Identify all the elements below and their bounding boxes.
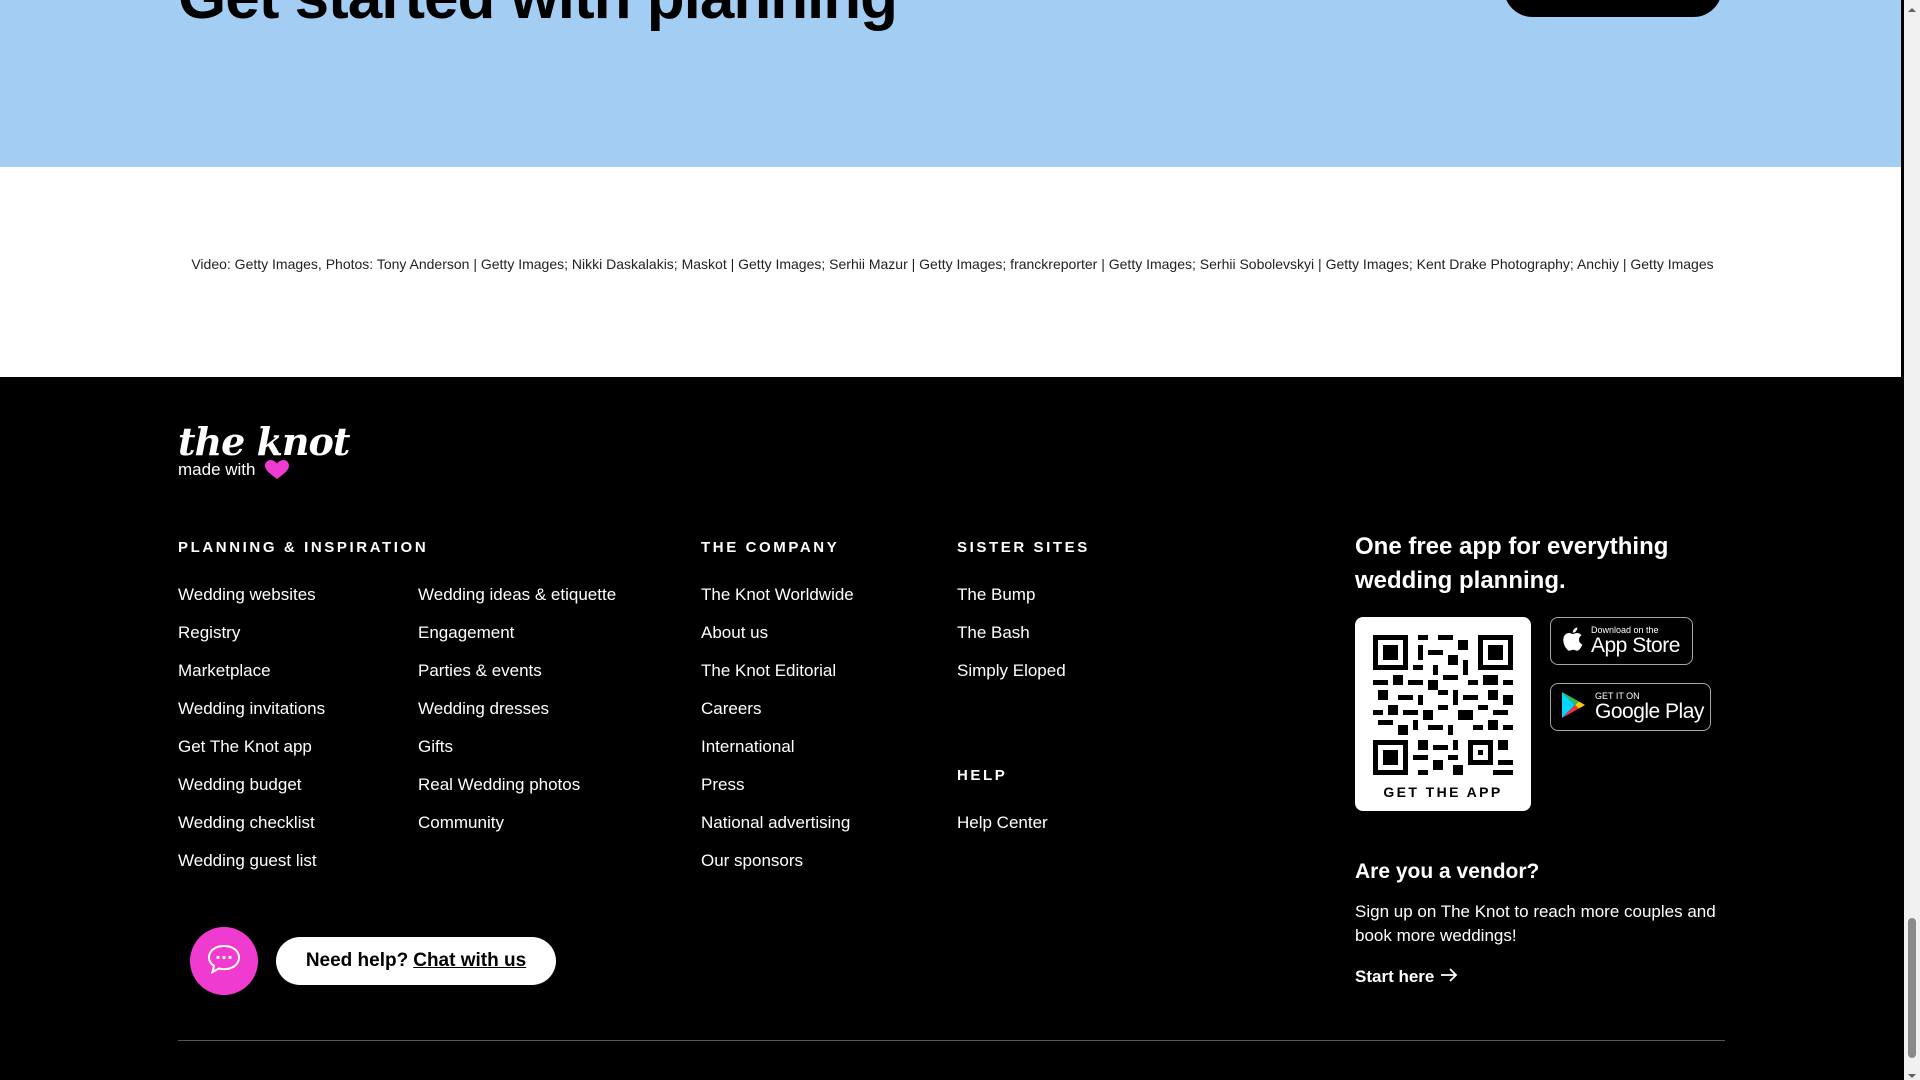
company-links: The Knot Worldwide About us The Knot Edi… — [701, 585, 854, 889]
sister-sites-heading: SISTER SITES — [957, 539, 1090, 556]
start-here-label: Start here — [1355, 967, 1435, 986]
footer-link-community[interactable]: Community — [418, 813, 616, 851]
qr-code-card[interactable]: GET THE APP — [1355, 617, 1531, 811]
help-links: Help Center — [957, 813, 1048, 851]
google-play-button[interactable]: GET IT ON Google Play — [1550, 683, 1711, 731]
scroll-down-arrow-icon[interactable] — [1907, 1068, 1917, 1078]
footer-link-wedding-budget[interactable]: Wedding budget — [178, 775, 325, 813]
site-footer: the knot made with PLANNING & INSPIRATIO… — [0, 377, 1901, 1080]
company-heading: THE COMPANY — [701, 539, 840, 556]
app-promo-title: One free app for everything wedding plan… — [1355, 533, 1669, 594]
hero-cta-button[interactable] — [1504, 0, 1722, 17]
scroll-up-arrow-icon[interactable] — [1907, 2, 1917, 12]
page-scrollbar[interactable] — [1904, 0, 1920, 1080]
footer-link-help-center[interactable]: Help Center — [957, 813, 1048, 851]
hero-banner: Get started with planning — [0, 0, 1901, 167]
footer-link-the-bash[interactable]: The Bash — [957, 623, 1066, 661]
footer-link-get-app[interactable]: Get The Knot app — [178, 737, 325, 775]
arrow-right-icon — [1440, 967, 1458, 987]
scrollbar-thumb[interactable] — [1908, 918, 1916, 1058]
footer-link-national-advertising[interactable]: National advertising — [701, 813, 854, 851]
planning-links-col2: Wedding ideas & etiquette Engagement Par… — [418, 585, 616, 851]
footer-link-knot-editorial[interactable]: The Knot Editorial — [701, 661, 854, 699]
app-store-button[interactable]: Download on the App Store — [1550, 617, 1693, 665]
footer-link-wedding-checklist[interactable]: Wedding checklist — [178, 813, 325, 851]
app-store-big-text: App Store — [1591, 634, 1680, 657]
footer-link-about-us[interactable]: About us — [701, 623, 854, 661]
sister-sites-links: The Bump The Bash Simply Eloped — [957, 585, 1066, 699]
google-play-icon — [1561, 691, 1587, 724]
footer-link-registry[interactable]: Registry — [178, 623, 325, 661]
footer-link-gifts[interactable]: Gifts — [418, 737, 616, 775]
photo-credits: Video: Getty Images, Photos: Tony Anders… — [0, 167, 1901, 377]
footer-link-the-bump[interactable]: The Bump — [957, 585, 1066, 623]
footer-link-wedding-dresses[interactable]: Wedding dresses — [418, 699, 616, 737]
qr-label: GET THE APP — [1383, 784, 1503, 800]
planning-heading: PLANNING & INSPIRATION — [178, 539, 429, 556]
footer-link-marketplace[interactable]: Marketplace — [178, 661, 325, 699]
chat-icon — [206, 943, 242, 980]
footer-link-real-wedding-photos[interactable]: Real Wedding photos — [418, 775, 616, 813]
footer-divider — [178, 1040, 1725, 1041]
hero-heading: Get started with planning — [178, 0, 898, 33]
start-here-link[interactable]: Start here — [1355, 967, 1458, 987]
the-knot-logo[interactable]: the knot — [178, 419, 350, 464]
footer-link-wedding-websites[interactable]: Wedding websites — [178, 585, 325, 623]
made-with-tagline: made with — [178, 460, 290, 480]
planning-links-col1: Wedding websites Registry Marketplace We… — [178, 585, 325, 889]
chat-bubble-button[interactable] — [190, 927, 258, 995]
footer-link-knot-worldwide[interactable]: The Knot Worldwide — [701, 585, 854, 623]
need-help-text: Need help? — [305, 950, 409, 971]
photo-credits-text: Video: Getty Images, Photos: Tony Anders… — [191, 256, 1714, 272]
footer-link-careers[interactable]: Careers — [701, 699, 854, 737]
footer-link-wedding-ideas[interactable]: Wedding ideas & etiquette — [418, 585, 616, 623]
qr-code-icon — [1373, 635, 1513, 775]
vendor-heading: Are you a vendor? — [1355, 860, 1540, 883]
footer-link-international[interactable]: International — [701, 737, 854, 775]
heart-icon — [265, 460, 290, 480]
made-with-text: made with — [178, 460, 256, 479]
chat-with-us-link[interactable]: Chat with us — [413, 950, 526, 972]
google-play-big-text: Google Play — [1595, 700, 1704, 723]
need-help-pill: Need help? Chat with us — [276, 937, 556, 985]
footer-link-our-sponsors[interactable]: Our sponsors — [701, 851, 854, 889]
vendor-description: Sign up on The Knot to reach more couple… — [1355, 902, 1716, 945]
footer-link-wedding-invitations[interactable]: Wedding invitations — [178, 699, 325, 737]
footer-link-parties-events[interactable]: Parties & events — [418, 661, 616, 699]
footer-link-engagement[interactable]: Engagement — [418, 623, 616, 661]
footer-link-simply-eloped[interactable]: Simply Eloped — [957, 661, 1066, 699]
footer-link-press[interactable]: Press — [701, 775, 854, 813]
apple-icon — [1561, 626, 1583, 657]
help-heading: HELP — [957, 767, 1008, 784]
footer-link-wedding-guest-list[interactable]: Wedding guest list — [178, 851, 325, 889]
